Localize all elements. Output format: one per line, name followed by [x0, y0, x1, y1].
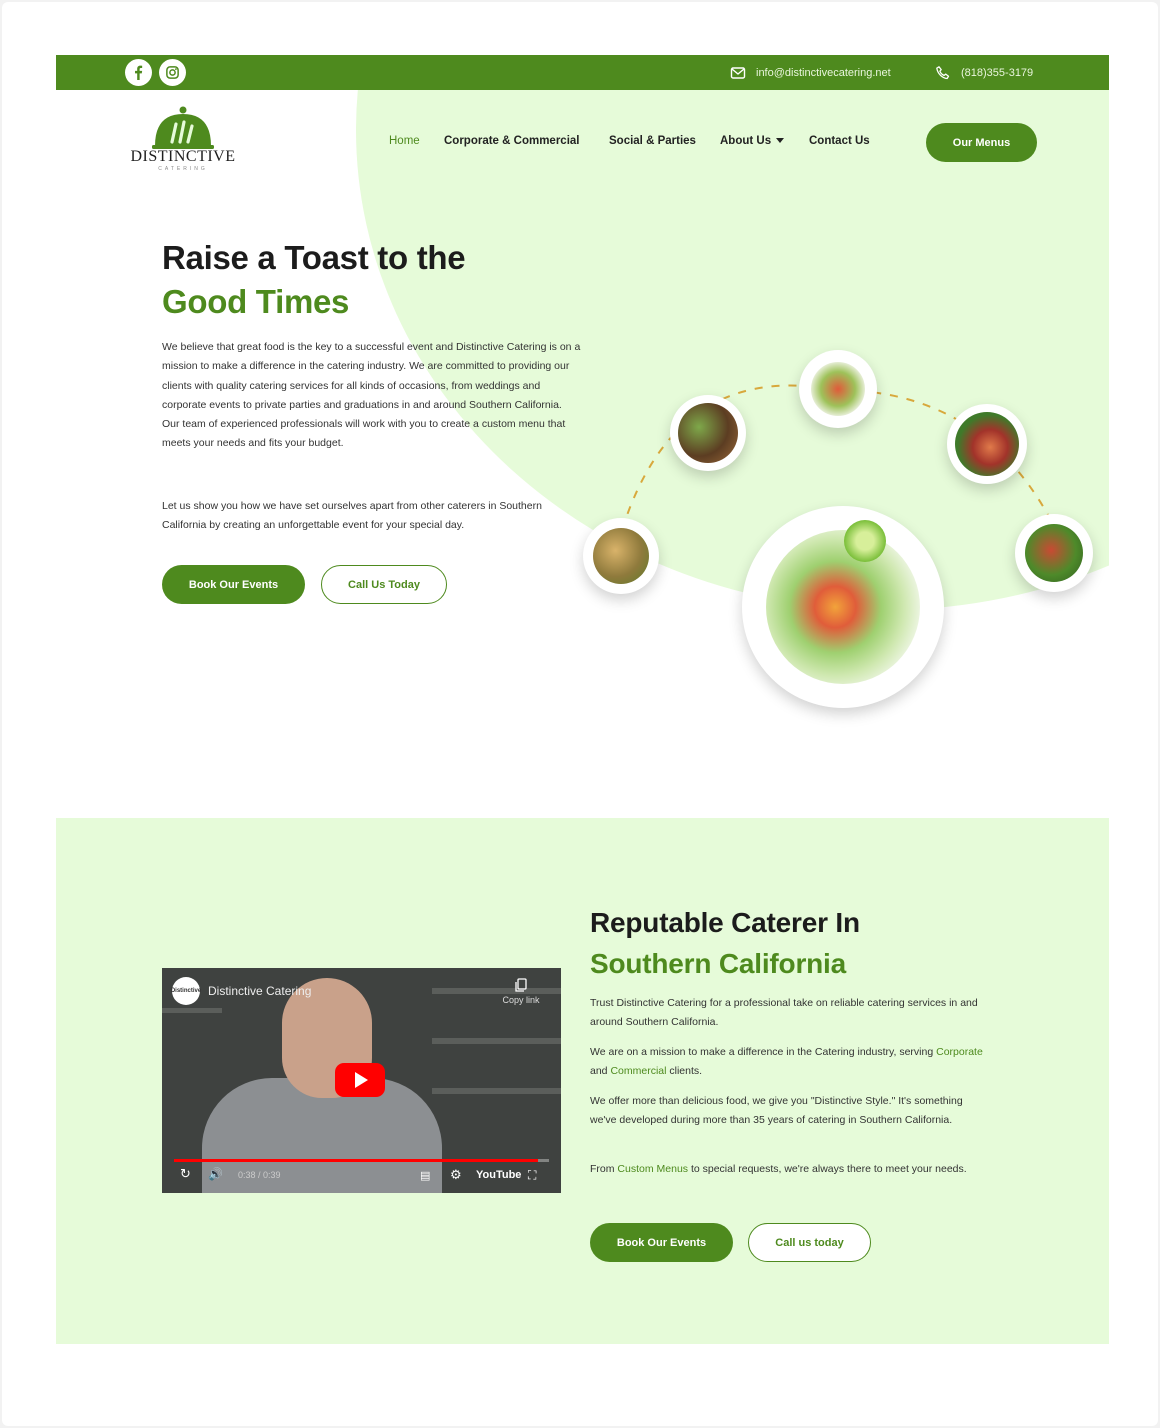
instagram-icon [166, 66, 179, 79]
section-paragraph-1: Trust Distinctive Catering for a profess… [590, 997, 978, 1029]
commercial-link[interactable]: Commercial [610, 1065, 666, 1077]
mail-icon [730, 66, 746, 79]
p4-text-start: From [590, 1163, 615, 1175]
section-title: Reputable Caterer In Southern California [590, 902, 860, 984]
video-shelf [162, 1008, 222, 1013]
book-events-button-2[interactable]: Book Our Events [590, 1223, 733, 1262]
p2-and: and [590, 1065, 608, 1078]
video-shelf [432, 1038, 561, 1044]
page-frame: info@distinctivecatering.net (818)355-31… [2, 2, 1158, 1426]
copy-icon [515, 978, 527, 992]
copy-link-button[interactable]: Copy link [495, 978, 547, 1005]
settings-icon[interactable]: ⚙ [450, 1167, 462, 1183]
phone-text[interactable]: (818)355-3179 [961, 67, 1033, 79]
email-text[interactable]: info@distinctivecatering.net [756, 67, 891, 79]
phone-icon [936, 65, 950, 79]
phone-contact[interactable]: (818)355-3179 [935, 55, 1033, 90]
video-progress-fill [174, 1159, 538, 1162]
channel-avatar[interactable]: Distinctive [171, 977, 201, 1005]
corporate-link[interactable]: Corporate [936, 1046, 983, 1058]
dish-image-main [742, 506, 944, 708]
video-controls: ↻ 🔊 0:38 / 0:39 ▤ ⚙ YouTube ⛶ [162, 1166, 561, 1188]
section-title-line2: Southern California [590, 948, 846, 979]
dish-image-far-right [1015, 514, 1093, 592]
facebook-link[interactable] [125, 59, 152, 86]
top-bar: info@distinctivecatering.net (818)355-31… [56, 55, 1109, 90]
volume-icon[interactable]: 🔊 [208, 1167, 223, 1181]
captions-icon[interactable]: ▤ [420, 1169, 430, 1182]
video-progress-bar[interactable] [174, 1159, 549, 1162]
dish-image-right [947, 404, 1027, 484]
copy-link-label: Copy link [502, 995, 540, 1005]
video-title[interactable]: Distinctive Catering [208, 984, 311, 998]
facebook-icon [135, 65, 143, 80]
section-paragraph-3: We offer more than delicious food, we gi… [590, 1095, 963, 1127]
custom-menus-link[interactable]: Custom Menus [617, 1163, 688, 1175]
section-paragraph-4: From Custom Menus to special requests, w… [590, 1160, 995, 1179]
call-us-button-2[interactable]: Call us today [748, 1223, 871, 1262]
video-player[interactable]: Distinctive Distinctive Catering Copy li… [162, 968, 561, 1193]
email-contact[interactable]: info@distinctivecatering.net [730, 55, 891, 90]
video-time: 0:38 / 0:39 [238, 1170, 281, 1180]
play-button[interactable] [335, 1063, 385, 1097]
dish-image-upper-left [670, 395, 746, 471]
p2-text-start: We are on a mission to make a difference… [590, 1046, 934, 1058]
youtube-logo[interactable]: YouTube [476, 1169, 521, 1181]
p2-text-end: clients. [669, 1065, 703, 1078]
about-section: Distinctive Distinctive Catering Copy li… [56, 818, 1109, 1344]
replay-icon[interactable]: ↻ [180, 1166, 191, 1182]
dish-image-top [799, 350, 877, 428]
section-title-line1: Reputable Caterer In [590, 907, 860, 938]
video-shelf [432, 1088, 561, 1094]
p4-text-end: to special requests, we're always there … [690, 1163, 967, 1175]
fullscreen-icon[interactable]: ⛶ [528, 1168, 536, 1183]
section-paragraph-2: We are on a mission to make a difference… [590, 1043, 995, 1082]
instagram-link[interactable] [159, 59, 186, 86]
hero-section: DISTINCTIVE CATERING Home Corporate & Co… [56, 90, 1109, 790]
dish-image-left [583, 518, 659, 594]
